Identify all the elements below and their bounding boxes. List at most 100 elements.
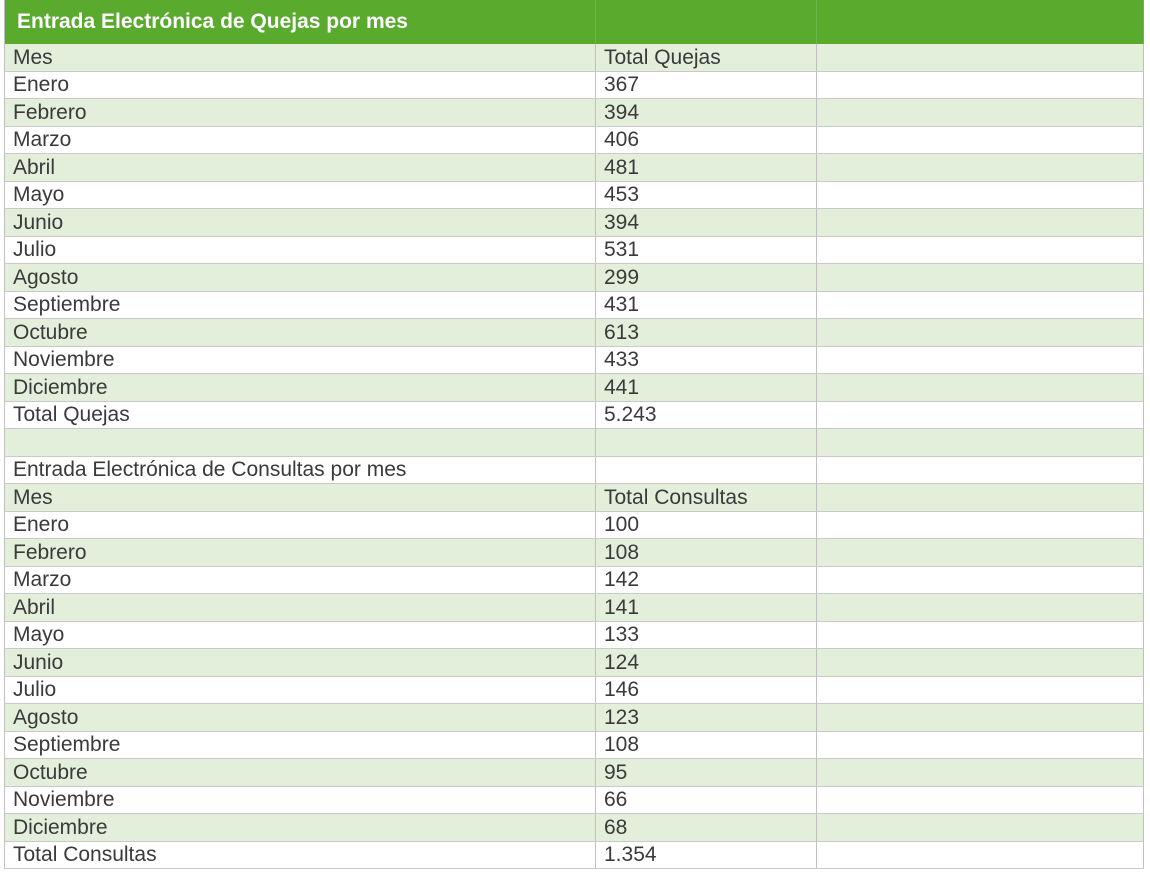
table-row: Marzo 406	[4, 126, 1144, 154]
month-cell: Diciembre	[4, 813, 596, 842]
table-row: Abril 141	[4, 593, 1144, 622]
value-cell: 68	[595, 813, 817, 842]
empty-cell	[816, 483, 1144, 512]
month-cell: Febrero	[4, 538, 596, 567]
value-cell: 531	[595, 236, 817, 264]
quejas-header-row: Mes Total Quejas	[4, 44, 1144, 72]
spreadsheet-table: Entrada Electrónica de Quejas por mes Me…	[4, 0, 1144, 869]
consultas-header-row: Mes Total Consultas	[4, 483, 1144, 512]
table-row: Noviembre 433	[4, 346, 1144, 374]
total-label: Total Consultas	[4, 841, 596, 869]
month-cell: Marzo	[4, 126, 596, 154]
value-cell: 433	[595, 346, 817, 374]
month-cell: Octubre	[4, 318, 596, 347]
empty-cell	[816, 676, 1144, 704]
month-cell: Enero	[4, 511, 596, 539]
empty-cell	[816, 373, 1144, 402]
value-cell: 146	[595, 676, 817, 704]
value-cell: 100	[595, 511, 817, 539]
value-cell: 394	[595, 98, 817, 127]
empty-cell	[816, 786, 1144, 814]
quejas-total-header: Total Quejas	[595, 44, 817, 72]
table-row: Enero 100	[4, 511, 1144, 539]
empty-cell	[595, 456, 817, 484]
empty-cell	[816, 703, 1144, 732]
month-cell: Agosto	[4, 703, 596, 732]
empty-cell	[816, 71, 1144, 99]
month-cell: Noviembre	[4, 346, 596, 374]
empty-cell	[4, 428, 596, 457]
empty-cell	[816, 98, 1144, 127]
value-cell: 441	[595, 373, 817, 402]
month-cell: Noviembre	[4, 786, 596, 814]
consultas-total-header: Total Consultas	[595, 483, 817, 512]
table-row: Junio 394	[4, 208, 1144, 237]
empty-cell	[816, 456, 1144, 484]
total-value: 1.354	[595, 841, 817, 869]
empty-cell	[816, 44, 1144, 72]
empty-cell	[816, 593, 1144, 622]
table-row: Marzo 142	[4, 566, 1144, 594]
consultas-title: Entrada Electrónica de Consultas por mes	[4, 456, 596, 484]
empty-cell	[816, 126, 1144, 154]
table-row: Julio 531	[4, 236, 1144, 264]
empty-cell	[816, 648, 1144, 677]
total-value: 5.243	[595, 401, 817, 429]
value-cell: 108	[595, 731, 817, 759]
table-row: Mayo 133	[4, 621, 1144, 649]
month-cell: Agosto	[4, 263, 596, 292]
empty-cell	[816, 566, 1144, 594]
month-cell: Mayo	[4, 181, 596, 209]
month-cell: Julio	[4, 236, 596, 264]
month-cell: Septiembre	[4, 291, 596, 319]
value-cell: 613	[595, 318, 817, 347]
value-cell: 123	[595, 703, 817, 732]
spreadsheet-body: Entrada Electrónica de Quejas por mes Me…	[4, 0, 1144, 869]
month-cell: Enero	[4, 71, 596, 99]
value-cell: 142	[595, 566, 817, 594]
empty-cell	[816, 758, 1144, 787]
empty-cell	[816, 318, 1144, 347]
month-cell: Julio	[4, 676, 596, 704]
empty-cell	[816, 208, 1144, 237]
consultas-title-row: Entrada Electrónica de Consultas por mes	[4, 456, 1144, 484]
value-cell: 141	[595, 593, 817, 622]
table-row: Septiembre 431	[4, 291, 1144, 319]
empty-cell	[816, 263, 1144, 292]
spacer-row	[4, 428, 1144, 457]
month-cell: Junio	[4, 208, 596, 237]
empty-cell	[816, 181, 1144, 209]
value-cell: 406	[595, 126, 817, 154]
table-row: Octubre 613	[4, 318, 1144, 347]
table-row: Junio 124	[4, 648, 1144, 677]
value-cell: 124	[595, 648, 817, 677]
empty-cell	[816, 731, 1144, 759]
month-cell: Abril	[4, 153, 596, 182]
table-row: Enero 367	[4, 71, 1144, 99]
value-cell: 66	[595, 786, 817, 814]
table-row: Abril 481	[4, 153, 1144, 182]
quejas-title: Entrada Electrónica de Quejas por mes	[4, 0, 596, 44]
month-cell: Febrero	[4, 98, 596, 127]
table-row: Septiembre 108	[4, 731, 1144, 759]
table-row: Agosto 123	[4, 703, 1144, 732]
value-cell: 394	[595, 208, 817, 237]
table-row: Febrero 108	[4, 538, 1144, 567]
total-label: Total Quejas	[4, 401, 596, 429]
empty-cell	[816, 346, 1144, 374]
table-row: Mayo 453	[4, 181, 1144, 209]
empty-cell	[816, 813, 1144, 842]
month-cell: Mayo	[4, 621, 596, 649]
table-row: Julio 146	[4, 676, 1144, 704]
value-cell: 453	[595, 181, 817, 209]
value-cell: 108	[595, 538, 817, 567]
table-row: Agosto 299	[4, 263, 1144, 292]
value-cell: 133	[595, 621, 817, 649]
quejas-total-row: Total Quejas 5.243	[4, 401, 1144, 429]
empty-cell	[816, 621, 1144, 649]
month-cell: Octubre	[4, 758, 596, 787]
value-cell: 95	[595, 758, 817, 787]
empty-cell	[816, 511, 1144, 539]
table-row: Diciembre 68	[4, 813, 1144, 842]
empty-cell	[816, 291, 1144, 319]
